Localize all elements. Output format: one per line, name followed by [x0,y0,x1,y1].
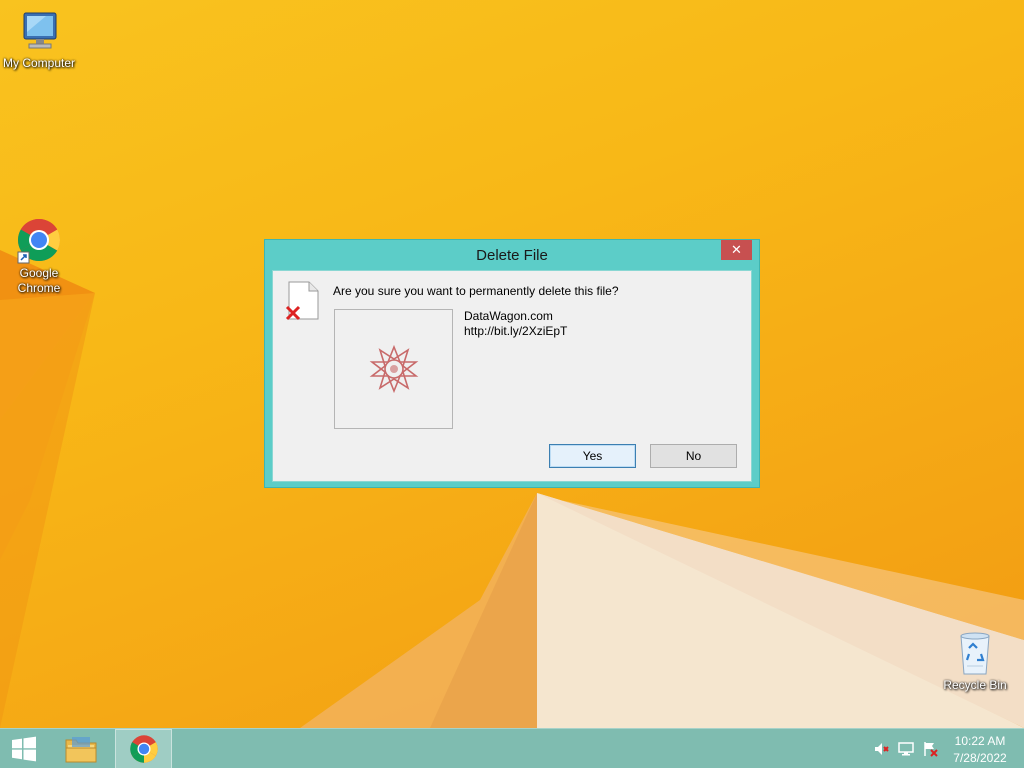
desktop-icon-my-computer[interactable]: My Computer [0,10,79,71]
clock-time[interactable]: 10:22 AM [945,734,1015,748]
dialog-titlebar[interactable]: Delete File ✕ [265,240,759,270]
taskbar-chrome[interactable] [115,729,172,768]
file-name: DataWagon.com [464,309,553,323]
yes-button[interactable]: Yes [549,444,636,468]
file-url: http://bit.ly/2XziEpT [464,324,568,338]
windows-logo-icon [12,736,36,762]
close-button[interactable]: ✕ [721,240,752,260]
volume-muted-icon[interactable] [873,741,891,757]
recycle-bin-icon [960,632,990,675]
confirm-question: Are you sure you want to permanently del… [333,284,619,298]
start-button[interactable] [0,729,48,768]
desktop-icon-label: My Computer [2,56,76,70]
desktop-icon-recycle-bin[interactable]: Recycle Bin [935,630,1015,693]
network-icon[interactable] [897,741,915,757]
taskbar: 10:22 AM 7/28/2022 [0,728,1024,768]
file-preview [334,309,453,429]
taskbar-file-explorer[interactable] [56,729,106,768]
file-thumbnail-icon [369,344,418,394]
desktop-icon-label: Google Chrome [17,266,61,295]
dialog-title: Delete File [476,247,548,264]
folder-icon [65,737,97,763]
delete-file-dialog: Delete File ✕ Are you sure you want to p… [264,239,760,488]
computer-icon [23,12,57,49]
chrome-icon [129,735,158,763]
action-center-icon[interactable] [921,741,939,757]
no-button[interactable]: No [650,444,737,468]
file-delete-icon [285,281,319,321]
chrome-icon [17,219,61,264]
desktop-icon-label: Recycle Bin [943,678,1007,692]
desktop-icon-google-chrome[interactable]: Google Chrome [0,216,79,296]
dialog-content: Are you sure you want to permanently del… [272,270,752,482]
clock-date[interactable]: 7/28/2022 [945,751,1015,765]
